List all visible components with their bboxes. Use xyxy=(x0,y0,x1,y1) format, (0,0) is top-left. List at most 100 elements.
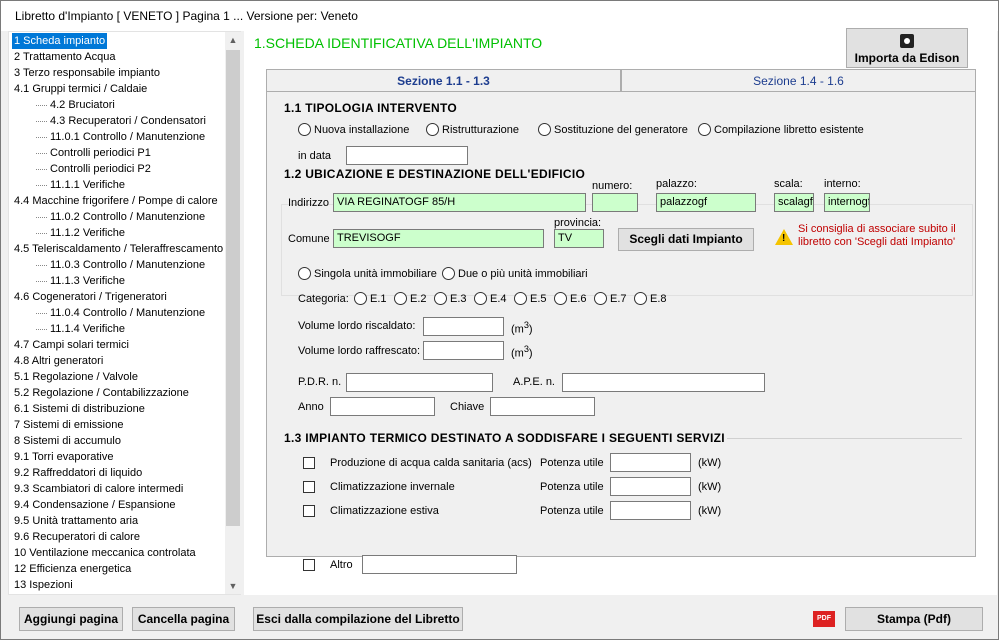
import-edison-button[interactable]: Importa da Edison xyxy=(846,28,968,68)
sidebar-item[interactable]: 9.6 Recuperatori di calore xyxy=(12,529,142,545)
sidebar-item[interactable]: 6.1 Sistemi di distribuzione xyxy=(12,401,147,417)
categoria-option-label: E.7 xyxy=(610,293,627,305)
sidebar-item[interactable]: 9.2 Raffreddatori di liquido xyxy=(12,465,144,481)
stampa-pdf-button[interactable]: Stampa (Pdf) xyxy=(845,607,983,631)
sidebar-item[interactable]: 9.1 Torri evaporative xyxy=(12,449,115,465)
divider xyxy=(727,438,962,439)
radio-categoria[interactable] xyxy=(474,292,487,305)
categoria-option-label: E.3 xyxy=(450,293,467,305)
sidebar-item[interactable]: 3 Terzo responsabile impianto xyxy=(12,65,162,81)
radio-singola-unita[interactable] xyxy=(298,267,311,280)
radio-nuova-installazione[interactable] xyxy=(298,123,311,136)
sidebar-item[interactable]: 11.1.3 Verifiche xyxy=(36,273,127,289)
vol-risc-field[interactable] xyxy=(423,317,504,336)
sidebar-item[interactable]: 13 Ispezioni xyxy=(12,577,75,593)
in-data-field[interactable] xyxy=(346,146,468,165)
pdf-icon: PDF xyxy=(813,611,835,627)
sidebar-item[interactable]: 5.1 Regolazione / Valvole xyxy=(12,369,140,385)
service-label: Produzione di acqua calda sanitaria (acs… xyxy=(330,457,532,469)
vol-risc-label: Volume lordo riscaldato: xyxy=(298,320,416,332)
interno-label: interno: xyxy=(824,178,861,190)
sidebar-item[interactable]: 9.4 Condensazione / Espansione xyxy=(12,497,177,513)
indirizzo-field[interactable]: VIA REGINATOGF 85/H xyxy=(333,193,586,212)
categoria-option-label: E.5 xyxy=(530,293,547,305)
cancella-pagina-button[interactable]: Cancella pagina xyxy=(132,607,235,631)
provincia-field[interactable]: TV xyxy=(554,229,604,248)
radio-label: Ristrutturazione xyxy=(442,124,520,136)
radio-categoria[interactable] xyxy=(354,292,367,305)
provincia-label: provincia: xyxy=(554,217,602,229)
sidebar-item[interactable]: 4.4 Macchine frigorifere / Pompe di calo… xyxy=(12,193,220,209)
radio-compilazione[interactable] xyxy=(698,123,711,136)
altro-checkbox[interactable] xyxy=(303,559,315,571)
sidebar-item[interactable]: 12 Efficienza energetica xyxy=(12,561,133,577)
radio-categoria[interactable] xyxy=(634,292,647,305)
sidebar-item[interactable]: 1 Scheda impianto xyxy=(12,33,108,49)
potenza-field[interactable] xyxy=(610,477,691,496)
sidebar-item[interactable]: Controlli periodici P1 xyxy=(36,145,153,161)
chiave-field[interactable] xyxy=(490,397,595,416)
service-checkbox[interactable] xyxy=(303,481,315,493)
scroll-thumb[interactable] xyxy=(226,50,240,526)
radio-categoria[interactable] xyxy=(434,292,447,305)
sidebar-item[interactable]: 11.0.2 Controllo / Manutenzione xyxy=(36,209,207,225)
sidebar-item[interactable]: 8 Sistemi di accumulo xyxy=(12,433,123,449)
radio-label: Compilazione libretto esistente xyxy=(714,124,864,136)
sidebar-item[interactable]: 11.0.3 Controllo / Manutenzione xyxy=(36,257,207,273)
numero-field[interactable] xyxy=(592,193,638,212)
altro-field[interactable] xyxy=(362,555,517,574)
radio-label: Nuova installazione xyxy=(314,124,410,136)
sidebar-item[interactable]: 4.8 Altri generatori xyxy=(12,353,105,369)
tab-sezione-1-4[interactable]: Sezione 1.4 - 1.6 xyxy=(621,69,976,91)
anno-field[interactable] xyxy=(330,397,435,416)
sidebar-item[interactable]: 11.1.4 Verifiche xyxy=(36,321,127,337)
palazzo-field[interactable]: palazzogf xyxy=(656,193,756,212)
categoria-option-label: E.2 xyxy=(410,293,427,305)
ape-field[interactable] xyxy=(562,373,765,392)
scegli-dati-impianto-button[interactable]: Scegli dati Impianto xyxy=(618,228,754,251)
vol-raff-label: Volume lordo raffrescato: xyxy=(298,345,421,357)
service-checkbox[interactable] xyxy=(303,457,315,469)
aggiungi-pagina-button[interactable]: Aggiungi pagina xyxy=(19,607,123,631)
sidebar-item[interactable]: 9.3 Scambiatori di calore intermedi xyxy=(12,481,185,497)
service-checkbox[interactable] xyxy=(303,505,315,517)
sidebar-item[interactable]: 4.3 Recuperatori / Condensatori xyxy=(36,113,208,129)
radio-categoria[interactable] xyxy=(514,292,527,305)
scala-field[interactable]: scalagf xyxy=(774,193,814,212)
sidebar-item[interactable]: 5.2 Regolazione / Contabilizzazione xyxy=(12,385,191,401)
sidebar-item[interactable]: 4.1 Gruppi termici / Caldaie xyxy=(12,81,149,97)
sidebar-item[interactable]: Controlli periodici P2 xyxy=(36,161,153,177)
sidebar-item[interactable]: 11.0.4 Controllo / Manutenzione xyxy=(36,305,207,321)
sidebar-item[interactable]: 4.2 Bruciatori xyxy=(36,97,117,113)
sidebar-item[interactable]: 10 Ventilazione meccanica controlata xyxy=(12,545,198,561)
sidebar-item[interactable]: 4.5 Teleriscaldamento / Teleraffrescamen… xyxy=(12,241,225,257)
potenza-field[interactable] xyxy=(610,501,691,520)
radio-due-o-piu-unita[interactable] xyxy=(442,267,455,280)
radio-ristrutturazione[interactable] xyxy=(426,123,439,136)
interno-field[interactable]: internogf xyxy=(824,193,870,212)
radio-sostituzione[interactable] xyxy=(538,123,551,136)
comune-field[interactable]: TREVISOGF xyxy=(333,229,544,248)
radio-categoria[interactable] xyxy=(594,292,607,305)
sidebar-item[interactable]: 4.7 Campi solari termici xyxy=(12,337,131,353)
sidebar-scrollbar[interactable]: ▲ ▼ xyxy=(225,32,241,594)
pdr-label: P.D.R. n. xyxy=(298,376,342,388)
camera-icon xyxy=(900,34,914,48)
sidebar-item[interactable]: 2 Trattamento Acqua xyxy=(12,49,118,65)
tab-sezione-1-1[interactable]: Sezione 1.1 - 1.3 xyxy=(266,69,621,93)
radio-categoria[interactable] xyxy=(394,292,407,305)
potenza-field[interactable] xyxy=(610,453,691,472)
sidebar-item[interactable]: 11.1.2 Verifiche xyxy=(36,225,127,241)
scroll-up-icon[interactable]: ▲ xyxy=(225,32,241,48)
categoria-option-label: E.4 xyxy=(490,293,507,305)
sidebar-item[interactable]: 7 Sistemi di emissione xyxy=(12,417,125,433)
scroll-down-icon[interactable]: ▼ xyxy=(225,578,241,594)
sidebar-item[interactable]: 9.5 Unità trattamento aria xyxy=(12,513,140,529)
pdr-field[interactable] xyxy=(346,373,493,392)
esci-compilazione-button[interactable]: Esci dalla compilazione del Libretto xyxy=(253,607,463,631)
sidebar-item[interactable]: 11.0.1 Controllo / Manutenzione xyxy=(36,129,207,145)
vol-raff-field[interactable] xyxy=(423,341,504,360)
sidebar-item[interactable]: 4.6 Cogeneratori / Trigeneratori xyxy=(12,289,169,305)
sidebar-item[interactable]: 11.1.1 Verifiche xyxy=(36,177,127,193)
radio-categoria[interactable] xyxy=(554,292,567,305)
